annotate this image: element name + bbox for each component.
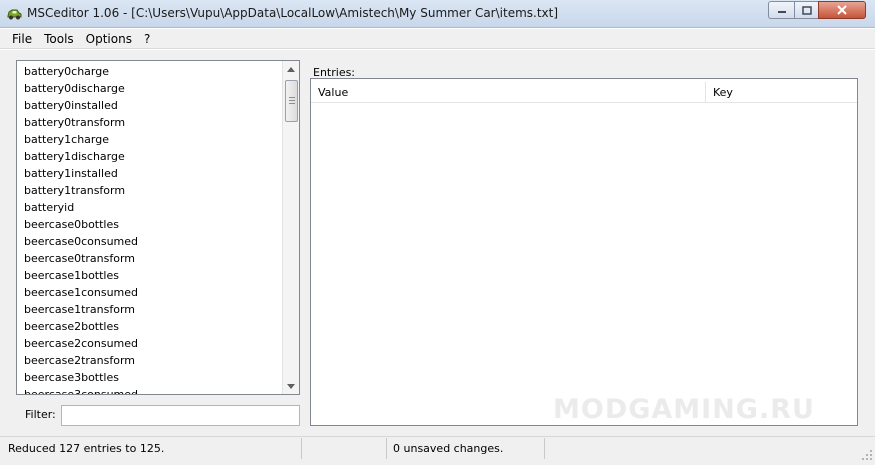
minimize-icon: [777, 11, 786, 13]
status-unsaved-changes: 0 unsaved changes.: [387, 438, 545, 459]
entries-table[interactable]: Value Key: [310, 78, 858, 426]
minimize-button[interactable]: [768, 1, 794, 19]
list-item[interactable]: battery0charge: [17, 63, 283, 80]
entries-header: Value Key: [311, 82, 857, 103]
filter-input[interactable]: [61, 405, 300, 426]
menu-options[interactable]: Options: [80, 32, 138, 46]
window-title: MSCeditor 1.06 - [C:\Users\Vupu\AppData\…: [27, 6, 559, 20]
scroll-down-button[interactable]: [283, 378, 299, 394]
scroll-thumb[interactable]: [285, 80, 298, 122]
chevron-up-icon: [287, 66, 295, 72]
column-header-value[interactable]: Value: [311, 82, 706, 103]
list-item[interactable]: beercase2transform: [17, 352, 283, 369]
list-item[interactable]: batteryid: [17, 199, 283, 216]
list-item[interactable]: beercase0consumed: [17, 233, 283, 250]
watermark: MODGAMING.RU: [553, 394, 815, 425]
status-bar: Reduced 127 entries to 125. 0 unsaved ch…: [0, 436, 875, 465]
list-item[interactable]: beercase1bottles: [17, 267, 283, 284]
list-item[interactable]: beercase0transform: [17, 250, 283, 267]
close-icon: [837, 5, 847, 15]
list-item[interactable]: beercase2bottles: [17, 318, 283, 335]
status-entries-count: Reduced 127 entries to 125.: [2, 438, 302, 459]
list-item[interactable]: battery1discharge: [17, 148, 283, 165]
filter-label: Filter:: [25, 408, 56, 421]
status-middle: [302, 438, 387, 459]
list-item[interactable]: beercase3bottles: [17, 369, 283, 386]
menu-help[interactable]: ?: [138, 32, 156, 46]
column-header-key[interactable]: Key: [706, 82, 857, 103]
items-list[interactable]: battery0charge battery0discharge battery…: [16, 60, 300, 395]
list-item[interactable]: battery0transform: [17, 114, 283, 131]
list-item[interactable]: beercase1consumed: [17, 284, 283, 301]
chevron-down-icon: [287, 383, 295, 389]
title-bar: MSCeditor 1.06 - [C:\Users\Vupu\AppData\…: [0, 0, 875, 28]
list-item[interactable]: beercase2consumed: [17, 335, 283, 352]
close-button[interactable]: [818, 1, 866, 19]
maximize-button[interactable]: [794, 1, 818, 19]
menu-tools[interactable]: Tools: [38, 32, 80, 46]
list-item[interactable]: battery1transform: [17, 182, 283, 199]
list-item[interactable]: battery1installed: [17, 165, 283, 182]
menu-file[interactable]: File: [6, 32, 38, 46]
list-item[interactable]: beercase0bottles: [17, 216, 283, 233]
list-item[interactable]: beercase1transform: [17, 301, 283, 318]
maximize-icon: [801, 5, 812, 15]
items-list-content: battery0charge battery0discharge battery…: [17, 63, 283, 394]
list-item[interactable]: battery0installed: [17, 97, 283, 114]
scroll-up-button[interactable]: [283, 61, 299, 77]
items-list-scrollbar[interactable]: [282, 61, 299, 394]
resize-grip-icon[interactable]: [861, 449, 873, 461]
menu-bar: File Tools Options ?: [0, 29, 875, 49]
list-item[interactable]: battery1charge: [17, 131, 283, 148]
list-item[interactable]: battery0discharge: [17, 80, 283, 97]
car-icon: [7, 9, 22, 20]
list-item[interactable]: beercase3consumed: [17, 386, 283, 394]
